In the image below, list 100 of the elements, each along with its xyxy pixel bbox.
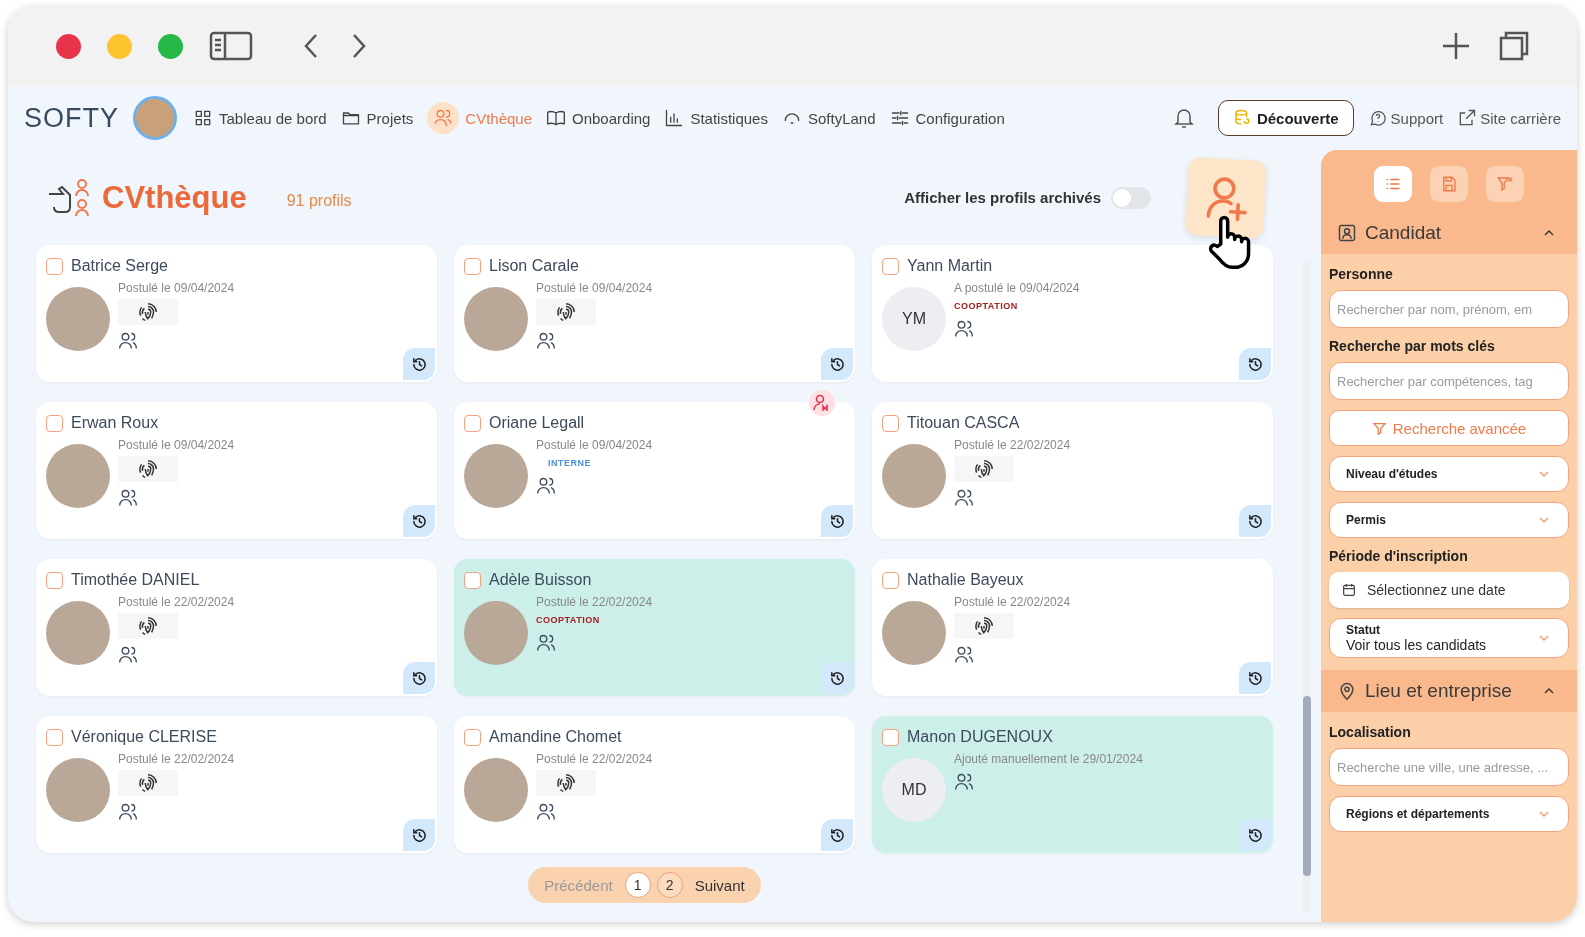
candidate-card[interactable]: Nathalie Bayeux Postulé le 22/02/2024: [872, 559, 1273, 696]
new-tab-icon[interactable]: [1441, 31, 1471, 61]
history-button[interactable]: [1239, 505, 1271, 537]
page-button[interactable]: 1: [624, 872, 651, 898]
section-title: Candidat: [1365, 222, 1442, 244]
candidate-card[interactable]: Amandine Chomet Postulé le 22/02/2024: [454, 716, 855, 853]
application-date: Ajouté manuellement le 29/01/2024: [954, 752, 1143, 766]
people-icon[interactable]: [118, 645, 138, 665]
application-date: Postulé le 09/04/2024: [536, 281, 653, 295]
source-tag: COOPTATION: [536, 613, 600, 627]
nav-item[interactable]: Statistiques: [664, 108, 768, 128]
candidate-name: Timothée DANIEL: [71, 571, 200, 589]
bell-icon[interactable]: [1171, 106, 1196, 130]
people-icon[interactable]: [118, 488, 138, 508]
history-button[interactable]: [403, 348, 435, 380]
checkbox[interactable]: [464, 414, 481, 432]
people-icon[interactable]: [536, 331, 556, 351]
date-field[interactable]: Sélectionnez une date: [1329, 572, 1569, 608]
history-button[interactable]: [821, 348, 853, 380]
candidate-card[interactable]: Batrice Serge Postulé le 09/04/2024: [36, 245, 437, 382]
close-window-button[interactable]: [56, 33, 81, 59]
checkbox[interactable]: [882, 414, 899, 432]
candidate-card[interactable]: Véronique CLERISE Postulé le 22/02/2024: [36, 716, 437, 853]
people-icon[interactable]: [536, 802, 556, 822]
checkbox[interactable]: [46, 257, 63, 275]
candidate-card[interactable]: Erwan Roux Postulé le 09/04/2024: [36, 402, 437, 539]
people-icon[interactable]: [118, 331, 138, 351]
application-date: Postulé le 22/02/2024: [536, 595, 653, 609]
header-link[interactable]: Site carrière: [1457, 108, 1561, 128]
dropdown[interactable]: Statut Voir tous les candidats: [1329, 618, 1569, 658]
history-icon: [410, 826, 428, 844]
logo[interactable]: SOFTY: [24, 102, 119, 134]
section-header[interactable]: Lieu et entreprise: [1321, 670, 1577, 712]
scrollbar-thumb[interactable]: [1303, 696, 1311, 876]
candidate-name: Erwan Roux: [71, 414, 159, 432]
history-button[interactable]: [821, 505, 853, 537]
search-field[interactable]: Recherche une ville, une adresse, ...: [1329, 748, 1569, 786]
candidate-card[interactable]: Manon DUGENOUX MD Ajouté manuellement le 29/01/2024: [872, 716, 1273, 853]
candidate-card[interactable]: Timothée DANIEL Postulé le 22/02/2024: [36, 559, 437, 696]
history-button[interactable]: [1239, 819, 1271, 851]
tabs-icon[interactable]: [1499, 31, 1529, 61]
checkbox[interactable]: [46, 414, 63, 432]
people-icon[interactable]: [954, 645, 974, 665]
people-icon[interactable]: [118, 802, 138, 822]
page-button[interactable]: 2: [656, 872, 683, 898]
history-icon: [1246, 355, 1264, 373]
section-header[interactable]: Candidat: [1321, 212, 1577, 254]
candidate-name: Véronique CLERISE: [71, 728, 217, 746]
dropdown[interactable]: Régions et départements: [1329, 796, 1569, 832]
history-button[interactable]: [821, 662, 853, 694]
people-icon[interactable]: [954, 772, 974, 792]
nav-item[interactable]: Projets: [340, 108, 414, 128]
checkbox[interactable]: [882, 571, 899, 589]
nav-item[interactable]: SoftyLand: [781, 108, 876, 128]
nav-item[interactable]: Configuration: [889, 108, 1005, 128]
candidate-name: Lison Carale: [489, 257, 579, 275]
filter-label: Personne: [1329, 266, 1394, 282]
candidate-card[interactable]: Titouan CASCA Postulé le 22/02/2024: [872, 402, 1273, 539]
nav-item[interactable]: Onboarding: [546, 108, 651, 128]
checkbox[interactable]: [46, 728, 63, 746]
people-icon[interactable]: [954, 319, 974, 339]
calendar-icon: [1341, 582, 1357, 598]
candidate-name: Manon DUGENOUX: [907, 728, 1053, 746]
people-icon[interactable]: [536, 476, 556, 496]
checkbox[interactable]: [464, 728, 481, 746]
candidate-name: Adèle Buisson: [489, 571, 592, 589]
application-date: Postulé le 22/02/2024: [954, 595, 1071, 609]
people-icon[interactable]: [954, 488, 974, 508]
candidate-card[interactable]: Adèle Buisson Postulé le 22/02/2024 COOPTATION: [454, 559, 855, 696]
search-field[interactable]: Rechercher par nom, prénom, em: [1329, 290, 1569, 328]
candidate-name: Oriane Legall: [489, 414, 585, 432]
checkbox[interactable]: [464, 257, 481, 275]
candidate-card[interactable]: Yann Martin YM A postulé le 09/04/2024 COOPTATION: [872, 245, 1273, 382]
history-button[interactable]: [403, 819, 435, 851]
history-button[interactable]: [403, 505, 435, 537]
history-icon: [1246, 826, 1264, 844]
people-icon[interactable]: [536, 633, 556, 653]
candidate-card[interactable]: Lison Carale Postulé le 09/04/2024: [454, 245, 855, 382]
dropdown[interactable]: Niveau d'études: [1329, 456, 1569, 492]
checkbox[interactable]: [46, 571, 63, 589]
history-button[interactable]: [1239, 348, 1271, 380]
candidate-card[interactable]: Oriane Legall Postulé le 09/04/2024 INTERNE: [454, 402, 855, 539]
sidebar-toggle-icon[interactable]: [209, 31, 253, 61]
checkbox[interactable]: [882, 257, 899, 275]
application-date: Postulé le 22/02/2024: [954, 438, 1071, 452]
dropdown[interactable]: Permis: [1329, 502, 1569, 538]
checkbox[interactable]: [464, 571, 481, 589]
filter-label: Recherche par mots clés: [1329, 338, 1496, 354]
search-field[interactable]: Rechercher par compétences, tag: [1329, 362, 1569, 400]
save-icon: [1440, 175, 1458, 193]
nav-item[interactable]: Tableau de bord: [193, 108, 327, 128]
history-button[interactable]: [1239, 662, 1271, 694]
header-link[interactable]: Support: [1367, 108, 1444, 128]
archived-toggle[interactable]: [1111, 186, 1151, 209]
next-page-button[interactable]: Suivant: [688, 872, 751, 898]
checkbox[interactable]: [882, 728, 899, 746]
history-button[interactable]: [403, 662, 435, 694]
history-button[interactable]: [821, 819, 853, 851]
history-icon: [828, 355, 846, 373]
discover-button[interactable]: Découverte: [1217, 100, 1354, 136]
